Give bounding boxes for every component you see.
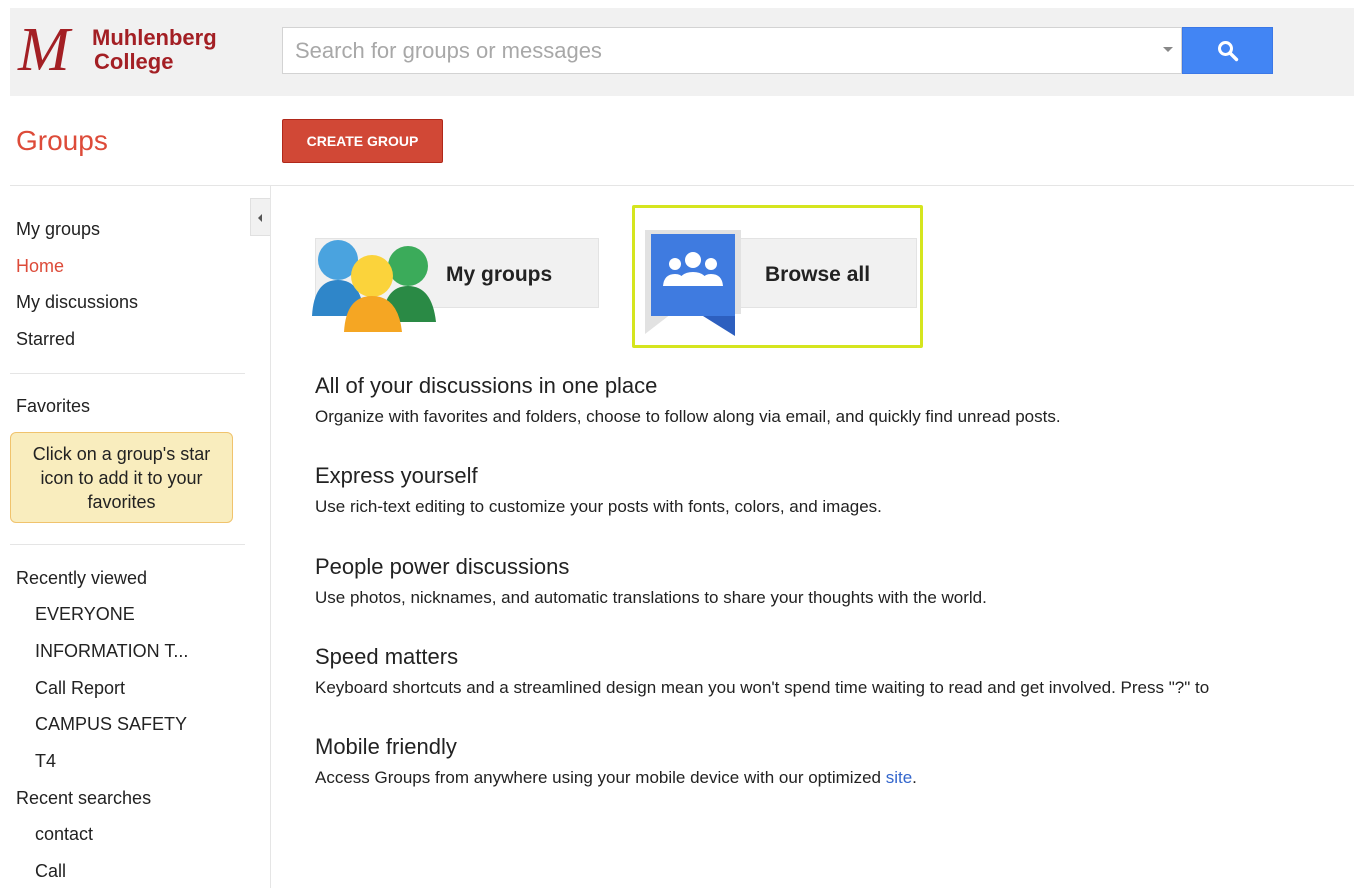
feature-title: Express yourself (315, 463, 478, 488)
feature-description-text: Access Groups from anywhere using your m… (315, 768, 886, 787)
logo-line-2: College (94, 49, 174, 74)
recent-group-campus-safety[interactable]: CAMPUS SAFETY (35, 713, 187, 735)
feature-description-end: . (912, 768, 917, 787)
feature-description: Use photos, nicknames, and automatic tra… (315, 588, 987, 607)
chevron-left-icon (258, 214, 262, 222)
logo-monogram: M (18, 16, 70, 84)
sidebar-item-home[interactable]: Home (16, 255, 64, 277)
sidebar-top-divider (10, 185, 270, 186)
feature-title: People power discussions (315, 554, 570, 579)
browse-all-highlight (632, 205, 923, 348)
collapse-sidebar-button[interactable] (250, 198, 270, 236)
recent-group-t4[interactable]: T4 (35, 750, 56, 772)
recent-group-everyone[interactable]: EVERYONE (35, 603, 135, 625)
feature-title: Speed matters (315, 644, 459, 669)
sidebar-item-my-discussions[interactable]: My discussions (16, 291, 138, 313)
search-box (282, 27, 1182, 74)
recent-group-information[interactable]: INFORMATION T... (35, 640, 188, 662)
sidebar-divider (10, 544, 245, 545)
sidebar-item-my-groups[interactable]: My groups (16, 218, 100, 240)
feature-description-clip: Keyboard shortcuts and a streamlined des… (300, 670, 1354, 710)
sidebar-divider (10, 373, 245, 374)
mobile-site-link[interactable]: site (886, 768, 912, 787)
page-title[interactable]: Groups (16, 124, 108, 158)
search-button[interactable] (1182, 27, 1273, 74)
recent-searches-heading[interactable]: Recent searches (16, 787, 151, 809)
header-divider (270, 185, 1354, 186)
search-icon (1218, 41, 1239, 62)
recent-search-contact[interactable]: contact (35, 823, 93, 845)
favorites-heading[interactable]: Favorites (16, 395, 90, 417)
people-icon (312, 240, 436, 332)
my-groups-tile-label[interactable]: My groups (446, 262, 552, 288)
search-input[interactable] (283, 28, 1143, 73)
sidebar-item-starred[interactable]: Starred (16, 328, 75, 350)
feature-description: Use rich-text editing to customize your … (315, 497, 882, 516)
top-bar: M Muhlenberg College (10, 8, 1354, 96)
feature-description: Access Groups from anywhere using your m… (315, 767, 917, 789)
search-options-dropdown-icon[interactable] (1163, 47, 1173, 52)
recent-search-call[interactable]: Call (35, 860, 66, 882)
feature-title: Mobile friendly (315, 734, 457, 759)
logo-wordmark: Muhlenberg College (92, 26, 217, 74)
feature-title: All of your discussions in one place (315, 373, 658, 398)
recent-group-call-report[interactable]: Call Report (35, 677, 125, 699)
favorites-hint: Click on a group's star icon to add it t… (10, 432, 233, 523)
create-group-button[interactable]: CREATE GROUP (282, 119, 443, 163)
feature-description: Keyboard shortcuts and a streamlined des… (315, 678, 1210, 697)
feature-description: Organize with favorites and folders, cho… (315, 407, 1061, 426)
sidebar-border (270, 186, 271, 888)
college-logo[interactable]: M Muhlenberg College (18, 18, 238, 82)
logo-line-1: Muhlenberg (92, 25, 217, 50)
recently-viewed-heading[interactable]: Recently viewed (16, 567, 147, 589)
